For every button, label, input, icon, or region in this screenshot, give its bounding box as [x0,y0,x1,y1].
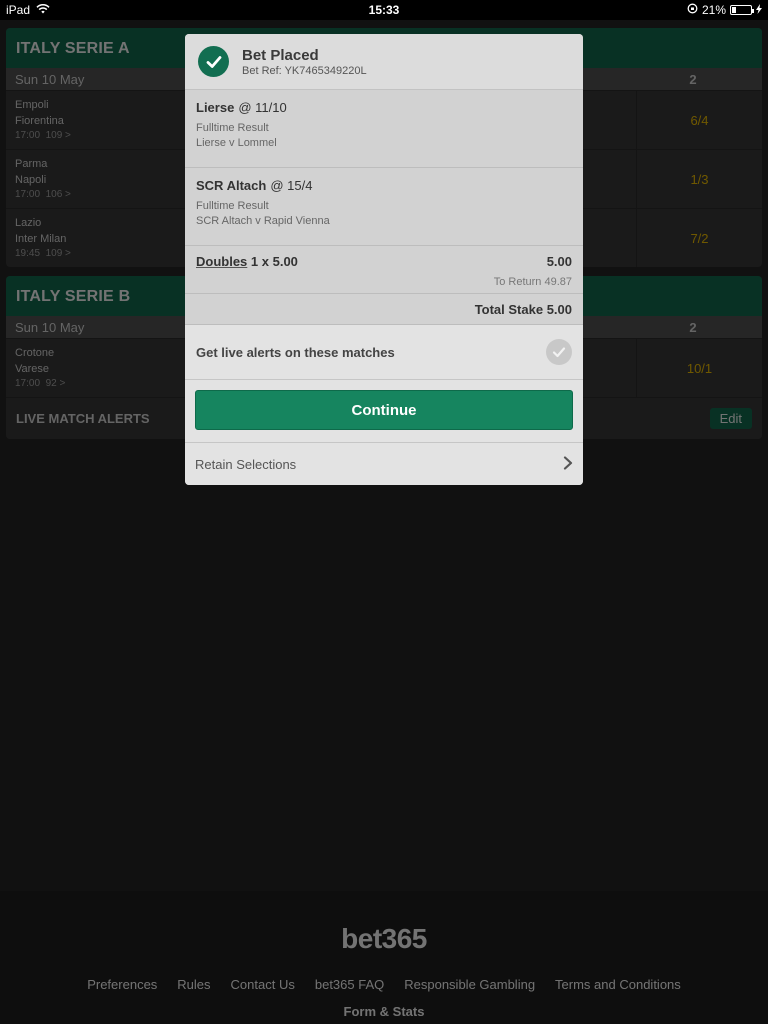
selection-name: SCR Altach [196,178,267,193]
date-label: Sun 10 May [15,319,85,335]
doubles-stake: 1 x 5.00 [250,254,298,269]
selection-price: @ 11/10 [238,100,287,115]
clock: 15:33 [368,3,400,17]
markets-count[interactable]: 109 > [46,248,71,259]
footer-link-preferences[interactable]: Preferences [87,977,157,992]
chevron-right-icon [563,455,573,473]
markets-count[interactable]: 109 > [46,130,71,141]
retain-selections-row[interactable]: Retain Selections [185,443,583,485]
device-label: iPad [6,3,31,17]
match-time: 17:00 [15,189,41,200]
selection-price: @ 15/4 [270,178,313,193]
away-odds[interactable]: 7/2 [636,209,762,267]
column-header-away: 2 [689,319,697,335]
doubles-label[interactable]: Doubles [196,254,247,269]
retain-selections-label: Retain Selections [195,456,297,472]
away-odds[interactable]: 6/4 [636,91,762,149]
dialog-header: Bet Placed Bet Ref: YK7465349220L [185,34,583,90]
bet-placed-dialog: Bet Placed Bet Ref: YK7465349220L Lierse… [185,34,583,485]
continue-button[interactable]: Continue [195,390,573,430]
selection-item: Lierse @ 11/10 Fulltime Result Lierse v L… [185,90,583,168]
match-time: 19:45 [15,248,41,259]
selection-event: SCR Altach v Rapid Vienna [196,215,330,227]
dialog-title: Bet Placed [242,46,319,64]
markets-count[interactable]: 106 > [46,189,71,200]
selection-name: Lierse [196,100,235,115]
footer-link-contact[interactable]: Contact Us [231,977,295,992]
live-alerts-option[interactable]: Get live alerts on these matches [185,325,583,380]
footer-links: Preferences Rules Contact Us bet365 FAQ … [0,977,768,992]
footer-link-form-stats[interactable]: Form & Stats [0,1004,768,1019]
column-header-away: 2 [689,71,697,87]
away-odds[interactable]: 10/1 [636,339,762,397]
status-bar: iPad 15:33 21% [0,0,768,20]
live-alerts-label: Get live alerts on these matches [196,344,395,360]
match-time: 17:00 [15,378,41,389]
wifi-icon [36,3,50,17]
rotation-lock-icon [687,3,698,17]
footer-link-responsible-gambling[interactable]: Responsible Gambling [404,977,535,992]
total-stake: Total Stake 5.00 [185,294,583,325]
bet-reference: Bet Ref: YK7465349220L [242,64,367,77]
selection-market: Fulltime Result [196,122,269,134]
live-match-alerts-label: LIVE MATCH ALERTS [16,411,150,426]
away-odds[interactable]: 1/3 [636,150,762,208]
check-toggle-icon[interactable] [546,339,572,365]
checkmark-icon [198,46,229,77]
continue-wrap: Continue [185,380,583,443]
footer-link-faq[interactable]: bet365 FAQ [315,977,384,992]
doubles-amount: 5.00 [546,254,572,269]
selection-item: SCR Altach @ 15/4 Fulltime Result SCR Alt… [185,168,583,246]
bet365-logo[interactable]: bet365 [0,923,768,955]
footer-link-terms[interactable]: Terms and Conditions [555,977,681,992]
battery-icon [730,5,754,15]
date-label: Sun 10 May [15,71,85,87]
match-time: 17:00 [15,130,41,141]
footer-link-rules[interactable]: Rules [177,977,210,992]
edit-button[interactable]: Edit [709,408,752,429]
markets-count[interactable]: 92 > [46,378,66,389]
battery-percent: 21% [701,3,726,17]
footer: bet365 Preferences Rules Contact Us bet3… [0,891,768,1024]
selection-market: Fulltime Result [196,200,269,212]
selection-event: Lierse v Lommel [196,137,277,149]
charging-icon [756,3,762,17]
doubles-row: Doubles 1 x 5.00 5.00 To Return 49.87 [185,246,583,294]
to-return: To Return 49.87 [493,276,572,288]
